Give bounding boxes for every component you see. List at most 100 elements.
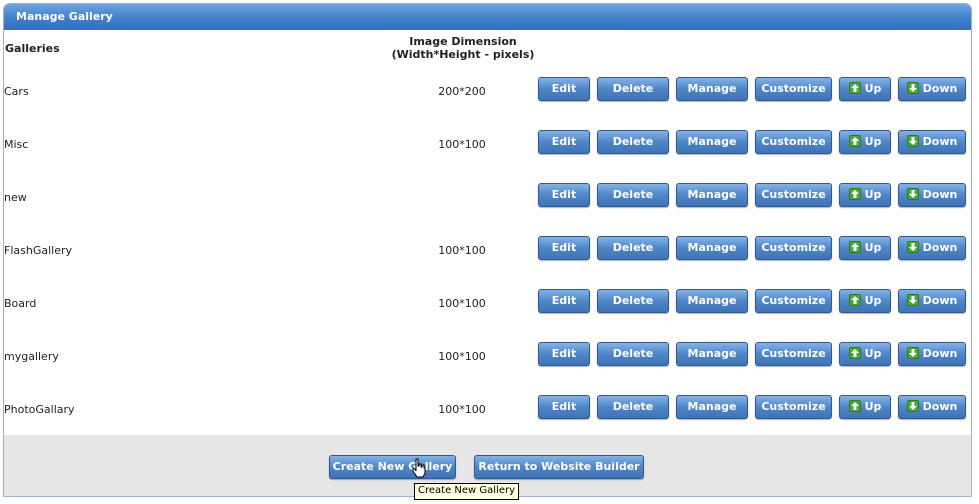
- manage-button[interactable]: Manage: [676, 77, 748, 101]
- gallery-name: Cars: [4, 85, 29, 98]
- button-label: Edit: [551, 188, 577, 201]
- button-label: Manage: [687, 400, 737, 413]
- button-label: Manage: [687, 294, 737, 307]
- gallery-name: FlashGallery: [4, 244, 73, 257]
- move-down-button[interactable]: Down: [898, 77, 966, 101]
- arrow-down-icon: [906, 241, 919, 253]
- column-header-dimension-line1: Image Dimension: [409, 35, 517, 48]
- edit-button[interactable]: Edit: [538, 183, 590, 207]
- button-label: Delete: [612, 294, 654, 307]
- edit-button[interactable]: Edit: [538, 395, 590, 419]
- move-down-button[interactable]: Down: [898, 342, 966, 366]
- delete-button[interactable]: Delete: [597, 289, 669, 313]
- table-row: Cars 200*200 Edit Delete Manage Customize Up Do…: [4, 77, 971, 107]
- move-down-button[interactable]: Down: [898, 183, 966, 207]
- button-label: Delete: [612, 82, 654, 95]
- column-header-galleries: Galleries: [5, 42, 60, 55]
- create-gallery-tooltip: Create New Gallery: [414, 483, 520, 500]
- move-down-button[interactable]: Down: [898, 130, 966, 154]
- arrow-up-icon: [848, 347, 861, 359]
- table-row: Misc 100*100 Edit Delete Manage Customize Up Do…: [4, 130, 971, 160]
- customize-button[interactable]: Customize: [755, 236, 832, 260]
- move-up-button[interactable]: Up: [839, 77, 891, 101]
- delete-button[interactable]: Delete: [597, 342, 669, 366]
- gallery-name: PhotoGallary: [4, 403, 75, 416]
- move-up-button[interactable]: Up: [839, 236, 891, 260]
- button-label: Edit: [551, 135, 577, 148]
- button-label: Delete: [612, 135, 654, 148]
- button-label: Customize: [761, 294, 826, 307]
- edit-button[interactable]: Edit: [538, 130, 590, 154]
- customize-button[interactable]: Customize: [755, 183, 832, 207]
- customize-button[interactable]: Customize: [755, 395, 832, 419]
- button-label: Down: [922, 400, 958, 413]
- button-label: Customize: [761, 82, 826, 95]
- arrow-up-icon: [848, 400, 861, 412]
- delete-button[interactable]: Delete: [597, 183, 669, 207]
- arrow-down-icon: [906, 188, 919, 200]
- move-up-button[interactable]: Up: [839, 395, 891, 419]
- move-up-button[interactable]: Up: [839, 342, 891, 366]
- button-label: Up: [864, 400, 882, 413]
- button-label: Customize: [761, 400, 826, 413]
- table-row: FlashGallery 100*100 Edit Delete Manage Custo…: [4, 236, 971, 266]
- arrow-up-icon: [848, 188, 861, 200]
- manage-button[interactable]: Manage: [676, 395, 748, 419]
- manage-button[interactable]: Manage: [676, 342, 748, 366]
- manage-button[interactable]: Manage: [676, 289, 748, 313]
- create-new-gallery-button[interactable]: Create New Gallery: [329, 455, 456, 479]
- table-row: PhotoGallary 100*100 Edit Delete Manage Custo…: [4, 395, 971, 425]
- delete-button[interactable]: Delete: [597, 236, 669, 260]
- move-down-button[interactable]: Down: [898, 395, 966, 419]
- arrow-down-icon: [906, 347, 919, 359]
- delete-button[interactable]: Delete: [597, 130, 669, 154]
- gallery-dimension: 100*100: [438, 350, 486, 363]
- move-up-button[interactable]: Up: [839, 289, 891, 313]
- customize-button[interactable]: Customize: [755, 130, 832, 154]
- gallery-dimension: 100*100: [438, 403, 486, 416]
- button-label: Customize: [761, 241, 826, 254]
- button-label: Up: [864, 347, 882, 360]
- arrow-down-icon: [906, 135, 919, 147]
- gallery-name: Misc: [4, 138, 29, 151]
- manage-button[interactable]: Manage: [676, 130, 748, 154]
- hand-cursor-icon: [411, 458, 427, 481]
- move-up-button[interactable]: Up: [839, 183, 891, 207]
- move-down-button[interactable]: Down: [898, 236, 966, 260]
- delete-button[interactable]: Delete: [597, 395, 669, 419]
- gallery-name: new: [4, 191, 27, 204]
- column-header-dimension: Image Dimension (Width*Height - pixels): [384, 35, 542, 61]
- return-to-website-builder-button[interactable]: Return to Website Builder: [474, 455, 644, 479]
- button-label: Delete: [612, 400, 654, 413]
- edit-button[interactable]: Edit: [538, 236, 590, 260]
- edit-button[interactable]: Edit: [538, 289, 590, 313]
- button-label: Delete: [612, 347, 654, 360]
- gallery-dimension: 100*100: [438, 297, 486, 310]
- button-label: Customize: [761, 347, 826, 360]
- button-label: Manage: [687, 135, 737, 148]
- move-up-button[interactable]: Up: [839, 130, 891, 154]
- manage-button[interactable]: Manage: [676, 183, 748, 207]
- move-down-button[interactable]: Down: [898, 289, 966, 313]
- gallery-dimension: 200*200: [438, 85, 486, 98]
- button-label: Manage: [687, 347, 737, 360]
- button-label: Delete: [612, 188, 654, 201]
- arrow-up-icon: [848, 135, 861, 147]
- button-label: Delete: [612, 241, 654, 254]
- customize-button[interactable]: Customize: [755, 77, 832, 101]
- customize-button[interactable]: Customize: [755, 289, 832, 313]
- button-label: Up: [864, 241, 882, 254]
- edit-button[interactable]: Edit: [538, 77, 590, 101]
- delete-button[interactable]: Delete: [597, 77, 669, 101]
- panel-title: Manage Gallery: [4, 4, 971, 30]
- gallery-dimension: 100*100: [438, 244, 486, 257]
- edit-button[interactable]: Edit: [538, 342, 590, 366]
- gallery-dimension: 100*100: [438, 138, 486, 151]
- button-label: Edit: [551, 347, 577, 360]
- customize-button[interactable]: Customize: [755, 342, 832, 366]
- button-label: Down: [922, 294, 958, 307]
- manage-button[interactable]: Manage: [676, 236, 748, 260]
- arrow-up-icon: [848, 241, 861, 253]
- table-row: new Edit Delete Manage Customize Up Down: [4, 183, 971, 213]
- button-label: Manage: [687, 241, 737, 254]
